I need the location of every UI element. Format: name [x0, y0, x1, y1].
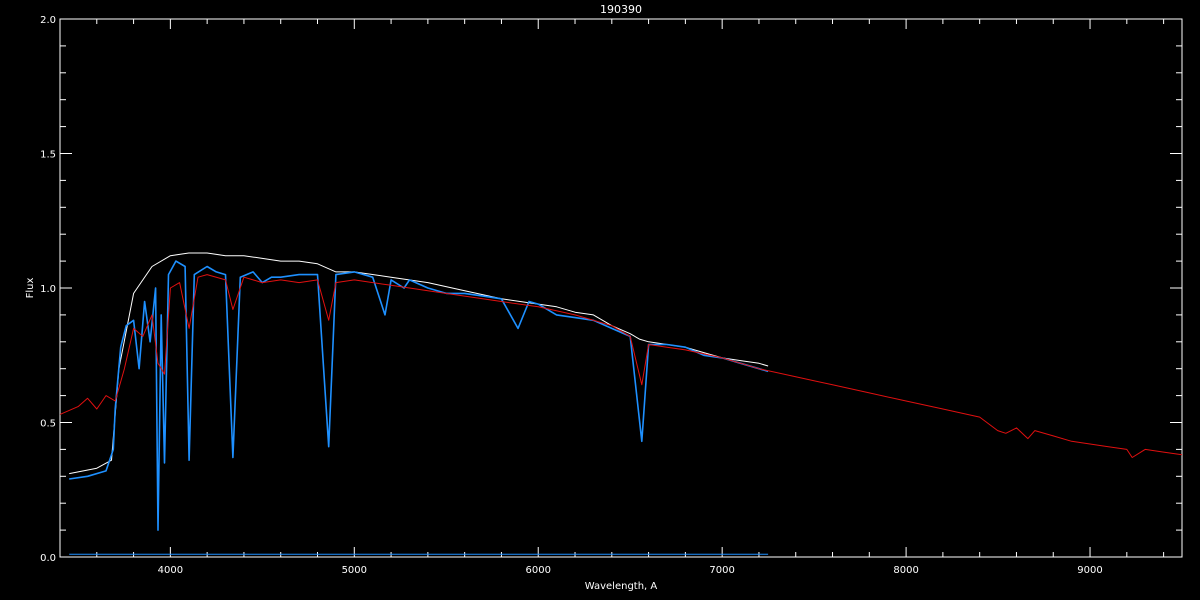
y-tick-label: 2.0	[40, 15, 56, 26]
y-tick-label: 0.5	[40, 419, 56, 430]
series-line-1	[69, 260, 769, 531]
y-tick-label: 0.0	[40, 553, 56, 564]
x-tick-label: 6000	[526, 565, 551, 576]
x-tick-label: 8000	[893, 565, 918, 576]
x-tick-label: 5000	[342, 565, 367, 576]
x-axis-title: Wavelength, A	[585, 581, 658, 592]
plot-frame	[59, 18, 1183, 558]
y-tick-label: 1.0	[40, 284, 56, 295]
y-axis-title: Flux	[25, 278, 36, 299]
x-tick-label: 9000	[1077, 565, 1102, 576]
series-line-2	[59, 274, 1183, 458]
y-tick-label: 1.5	[40, 150, 56, 161]
x-tick-label: 4000	[158, 565, 183, 576]
spectrum-chart: 4000 5000 6000 7000 8000 9000 0.0 0.5 1.0 1.5 2.0 1…	[25, 3, 1183, 592]
x-tick-label: 7000	[709, 565, 734, 576]
chart-title: 190390	[600, 3, 642, 16]
